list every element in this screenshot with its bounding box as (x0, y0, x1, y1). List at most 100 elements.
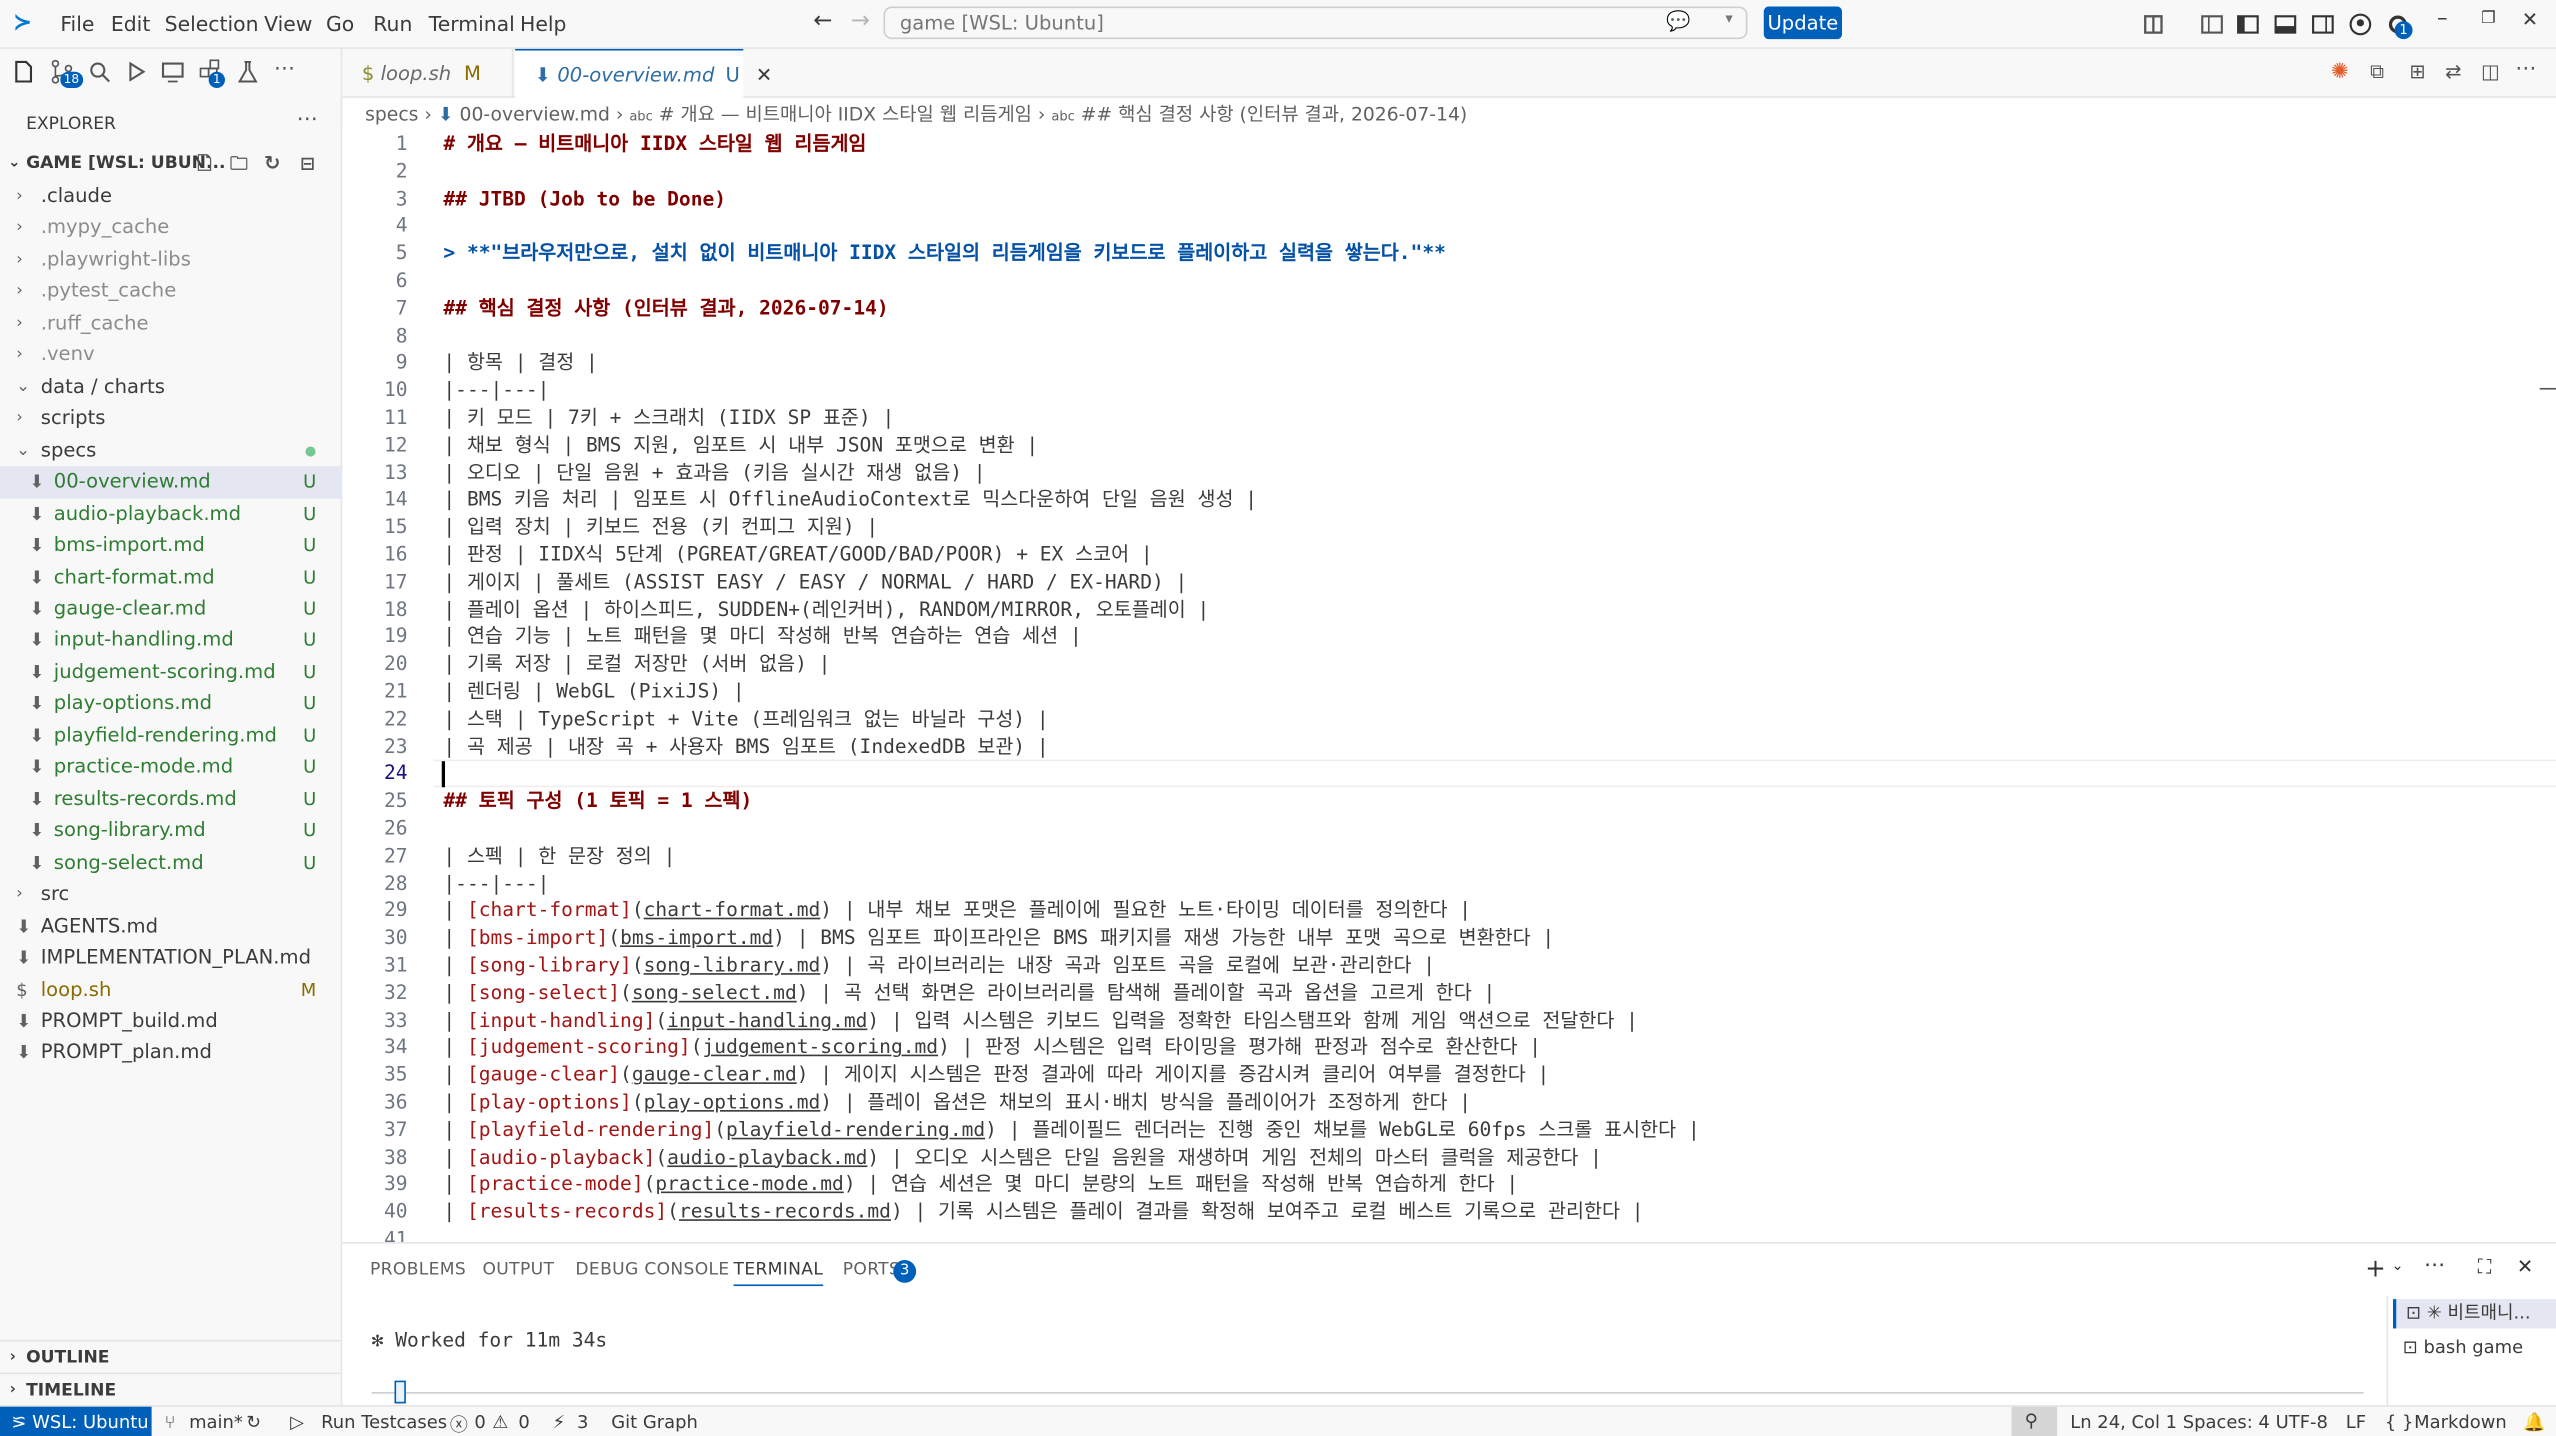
new-terminal-icon[interactable]: + (2365, 1253, 2386, 1282)
tab-debug-console[interactable]: DEBUG CONSOLE (575, 1260, 729, 1280)
code-editor[interactable]: 1 # 개요 — 비트매니아 IIDX 스타일 웹 리듬게임 2 3 ## JTBD (… (342, 130, 2556, 1250)
code-line[interactable]: | [playfield-rendering](playfield-render… (443, 1116, 1699, 1143)
cursor-position[interactable]: Ln 24, Col 1 (2070, 1412, 2177, 1433)
code-line[interactable]: | [audio-playback](audio-playback.md) | … (443, 1144, 1602, 1171)
tree-item[interactable]: › .mypy_cache (0, 213, 342, 245)
tree-item[interactable]: ⬇ PROMPT_build.md (0, 1006, 342, 1038)
code-line[interactable]: | [bms-import](bms-import.md) | BMS 임포트 … (443, 925, 1554, 952)
code-line[interactable]: | [input-handling](input-handling.md) | … (443, 1007, 1638, 1034)
menu-edit[interactable]: Edit (111, 11, 150, 35)
tab-problems[interactable]: PROBLEMS (370, 1260, 466, 1280)
chat-icon[interactable]: 💬 (1666, 10, 1690, 33)
tree-item[interactable]: ⬇ gauge-clear.md U (0, 593, 342, 625)
tab-loop-sh[interactable]: $ loop.sh M (342, 48, 514, 98)
tree-item[interactable]: ⬇ 00-overview.md U (0, 466, 343, 499)
code-line[interactable]: | 게이지 | 풀세트 (ASSIST EASY / EASY / NORMAL… (443, 569, 1187, 596)
code-line[interactable]: | [play-options](play-options.md) | 플레이 … (443, 1089, 1471, 1116)
panel-more-icon[interactable]: ⋯ (2424, 1253, 2445, 1277)
code-line[interactable]: | 키 모드 | 7키 + 스크래치 (IIDX SP 표준) | (443, 404, 894, 431)
language-mode[interactable]: Markdown (2414, 1412, 2507, 1433)
tree-item[interactable]: ⬇ IMPLEMENTATION_PLAN.md (0, 942, 342, 974)
terminal-instance-2[interactable]: ⊡ bash game (2396, 1333, 2556, 1362)
tree-item[interactable]: ⬇ results-records.md U (0, 784, 342, 816)
menu-go[interactable]: Go (326, 11, 354, 35)
tree-item[interactable]: › scripts (0, 403, 342, 435)
tree-item[interactable]: ⬇ chart-format.md U (0, 562, 342, 594)
code-line[interactable]: | [gauge-clear](gauge-clear.md) | 게이지 시스… (443, 1061, 1549, 1088)
terminal-instance-1[interactable]: ⊡ ✳ 비트매니... (2392, 1299, 2556, 1329)
terminal-input-cursor[interactable] (394, 1380, 406, 1404)
tree-item[interactable]: ⬇ song-select.md U (0, 847, 342, 879)
customize-layout-icon[interactable] (2199, 11, 2225, 37)
testing-icon[interactable] (235, 59, 261, 85)
close-tab-icon[interactable]: ✕ (756, 64, 772, 87)
tree-item[interactable]: ⬇ song-library.md U (0, 815, 342, 847)
chevron-down-icon[interactable]: ⌄ (2391, 1258, 2403, 1274)
search-icon[interactable] (86, 59, 112, 85)
copilot-icon[interactable] (2140, 11, 2166, 37)
menu-terminal[interactable]: Terminal (429, 11, 515, 35)
collapse-all-icon[interactable]: ⊟ (300, 148, 315, 179)
ports-count[interactable]: 3 (577, 1412, 588, 1433)
more-icon[interactable]: ⋯ (274, 57, 295, 81)
tree-item[interactable]: › .ruff_cache (0, 308, 342, 340)
code-line[interactable]: ## 핵심 결정 사항 (인터뷰 결과, 2026-07-14) (443, 295, 888, 322)
code-line[interactable]: | [song-library](song-library.md) | 곡 라이… (443, 952, 1435, 979)
tree-item[interactable]: ⌄ data / charts (0, 371, 342, 403)
split-editor-icon[interactable]: ◫ (2481, 60, 2499, 83)
code-line[interactable]: | 연습 기능 | 노트 패턴을 몇 마디 작성해 반복 연습하는 연습 세션 … (443, 623, 1081, 650)
tab-00-overview[interactable]: ⬇ 00-overview.md U ✕ (515, 48, 772, 98)
breadcrumb-file[interactable]: 00-overview.md (460, 103, 610, 126)
sync-icon[interactable]: ↻ (246, 1412, 261, 1433)
tree-item[interactable]: › .playwright-libs (0, 244, 342, 276)
breadcrumb-heading-2[interactable]: ## 핵심 결정 사항 (인터뷰 결과, 2026-07-14) (1081, 103, 1467, 126)
encoding[interactable]: UTF-8 (2276, 1412, 2328, 1433)
forward-arrow-icon[interactable]: → (851, 8, 870, 34)
toggle-secondary-sidebar-icon[interactable] (2310, 11, 2336, 37)
code-line[interactable]: | [song-select](song-select.md) | 곡 선택 화… (443, 979, 1495, 1006)
branch-label[interactable]: main* (189, 1412, 243, 1433)
code-line[interactable]: |---|---| (443, 870, 549, 897)
refresh-icon[interactable]: ↻ (264, 148, 280, 179)
tree-item[interactable]: › .claude (0, 181, 342, 213)
run-testcases[interactable]: Run Testcases (321, 1412, 447, 1433)
code-line[interactable]: | BMS 키음 처리 | 임포트 시 OfflineAudioContext로… (443, 486, 1257, 513)
code-line[interactable]: | 입력 장치 | 키보드 전용 (키 컨피그 지원) | (443, 514, 878, 541)
menu-selection[interactable]: Selection (165, 11, 259, 35)
code-line[interactable]: | 스펙 | 한 문장 정의 | (443, 842, 675, 869)
code-line[interactable]: | [judgement-scoring](judgement-scoring.… (443, 1034, 1541, 1061)
indentation[interactable]: Spaces: 4 (2183, 1412, 2270, 1433)
git-graph[interactable]: Git Graph (611, 1412, 698, 1433)
tree-item[interactable]: ⬇ PROMPT_plan.md (0, 1037, 342, 1069)
explorer-icon[interactable] (10, 59, 36, 85)
error-count[interactable]: 0 (474, 1412, 485, 1433)
code-line[interactable]: | [results-records](results-records.md) … (443, 1198, 1643, 1225)
accounts-icon[interactable] (2347, 11, 2373, 37)
tree-item[interactable]: › src (0, 879, 342, 911)
menu-view[interactable]: View (264, 11, 312, 35)
breadcrumb-specs[interactable]: specs (365, 103, 418, 126)
toggle-sidebar-icon[interactable] (2235, 11, 2261, 37)
code-line[interactable]: | 항목 | 결정 | (443, 349, 597, 376)
tab-terminal[interactable]: TERMINAL (733, 1260, 824, 1287)
eol[interactable]: LF (2346, 1412, 2366, 1433)
tab-output[interactable]: OUTPUT (483, 1260, 555, 1280)
chevron-down-icon[interactable]: ▾ (1725, 11, 1732, 27)
timeline-view-icon[interactable]: ⊞ (2409, 60, 2425, 83)
compare-icon[interactable]: ⇄ (2445, 60, 2461, 83)
code-line[interactable]: | 렌더링 | WebGL (PixiJS) | (443, 678, 744, 705)
editor-more-icon[interactable]: ⋯ (2515, 57, 2536, 81)
back-arrow-icon[interactable]: ← (813, 8, 832, 34)
workspace-header[interactable]: ⌄ GAME [WSL: UBUN... 🗋 🗀 ↻ ⊟ (0, 148, 342, 179)
restore-icon[interactable]: ❐ (2481, 10, 2496, 28)
code-line[interactable]: | [chart-format](chart-format.md) | 내부 채… (443, 897, 1471, 924)
tree-item[interactable]: ⬇ play-options.md U (0, 688, 342, 720)
minimize-icon[interactable]: – (2437, 7, 2448, 31)
tree-item[interactable]: $ loop.sh M (0, 974, 342, 1006)
tree-item[interactable]: ⬇ judgement-scoring.md U (0, 657, 342, 689)
close-window-icon[interactable]: ✕ (2522, 8, 2538, 31)
toggle-panel-icon[interactable] (2272, 11, 2298, 37)
close-panel-icon[interactable]: ✕ (2517, 1255, 2533, 1278)
tree-item[interactable]: ⬇ AGENTS.md (0, 910, 342, 942)
code-line[interactable]: # 개요 — 비트매니아 IIDX 스타일 웹 리듬게임 (443, 130, 866, 157)
